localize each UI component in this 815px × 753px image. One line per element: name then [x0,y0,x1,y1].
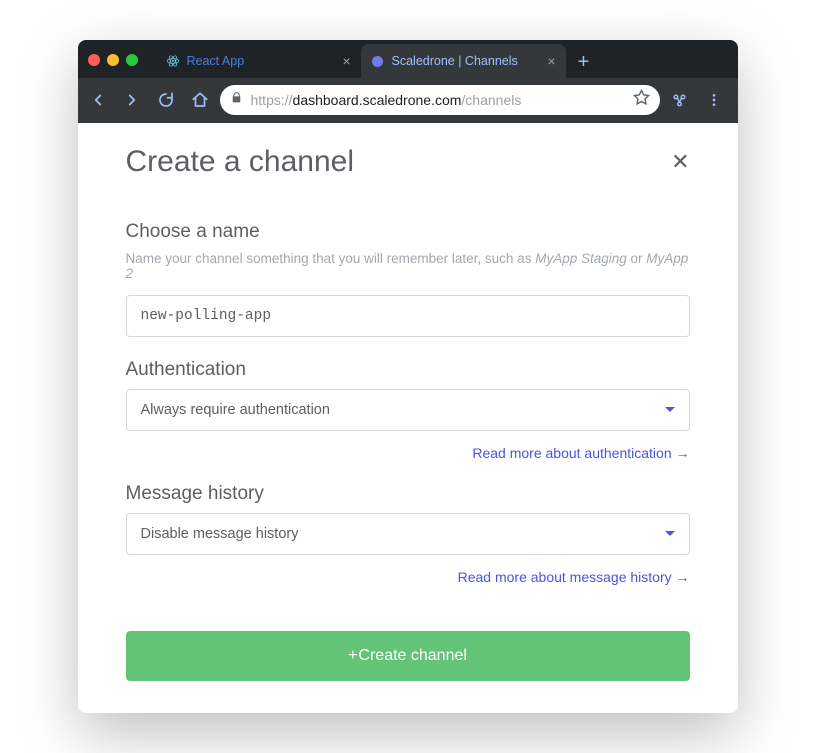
reload-button[interactable] [152,86,180,114]
browser-window: React App × Scaledrone | Channels × + [78,40,738,713]
forward-button[interactable] [118,86,146,114]
page-title: Create a channel [126,145,355,179]
url-field[interactable]: https://dashboard.scaledrone.com/channel… [220,85,660,115]
extension-icon[interactable] [666,86,694,114]
name-hint: Name your channel something that you wil… [126,251,690,281]
tab-react-app[interactable]: React App × [156,44,361,78]
window-controls [88,54,138,78]
close-tab-icon[interactable]: × [545,53,557,69]
name-label: Choose a name [126,221,690,243]
close-tab-icon[interactable]: × [340,53,352,69]
tab-scaledrone[interactable]: Scaledrone | Channels × [361,44,566,78]
close-window-button[interactable] [88,54,100,66]
tab-strip: React App × Scaledrone | Channels × + [156,44,738,78]
message-history-select[interactable]: Disable message history [126,513,690,555]
authentication-label: Authentication [126,359,690,381]
page-header: Create a channel ✕ [126,145,690,179]
channel-name-input[interactable] [126,295,690,337]
authentication-help-link[interactable]: Read more about authentication [126,445,690,461]
message-history-help-link[interactable]: Read more about message history [126,569,690,585]
home-button[interactable] [186,86,214,114]
maximize-window-button[interactable] [126,54,138,66]
browser-menu-icon[interactable] [700,86,728,114]
plus-icon: + [348,647,357,664]
scaledrone-icon [371,54,385,68]
url-text: https://dashboard.scaledrone.com/channel… [251,92,625,108]
authentication-select[interactable]: Always require authentication [126,389,690,431]
create-channel-button[interactable]: +Create channel [126,631,690,681]
page-content: Create a channel ✕ Choose a name Name yo… [78,123,738,713]
close-icon[interactable]: ✕ [671,149,689,175]
minimize-window-button[interactable] [107,54,119,66]
tab-title: React App [187,54,334,68]
bookmark-star-icon[interactable] [633,89,650,111]
authentication-section: Authentication Always require authentica… [126,359,690,461]
tab-title: Scaledrone | Channels [392,54,539,68]
new-tab-button[interactable]: + [570,48,598,76]
name-section: Choose a name Name your channel somethin… [126,221,690,337]
message-history-section: Message history Disable message history … [126,483,690,585]
back-button[interactable] [84,86,112,114]
react-icon [166,54,180,68]
address-bar: https://dashboard.scaledrone.com/channel… [78,78,738,123]
message-history-label: Message history [126,483,690,505]
lock-icon [230,91,243,109]
titlebar: React App × Scaledrone | Channels × + [78,40,738,78]
